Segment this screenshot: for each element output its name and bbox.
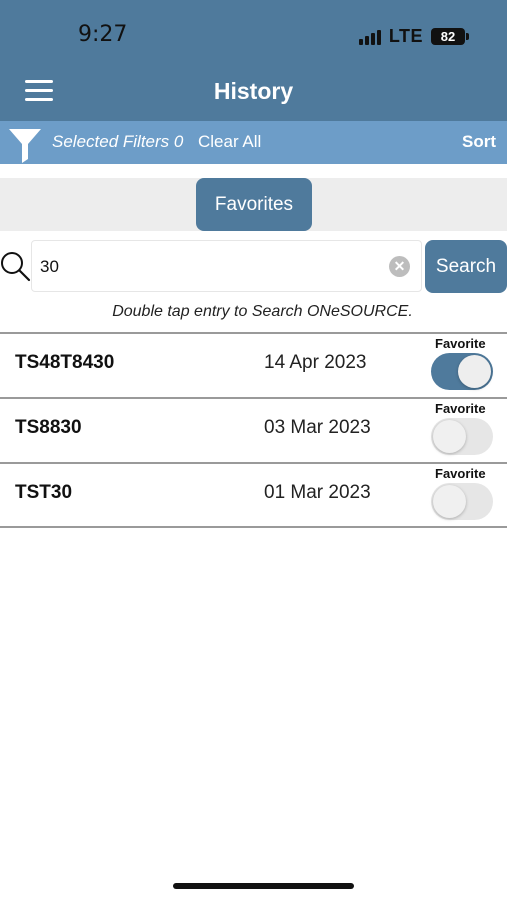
item-code: TST30 [15,482,73,503]
toggle-knob [433,420,466,453]
page-title: History [213,78,294,104]
clear-input-icon[interactable]: ✕ [389,256,410,277]
favorites-button[interactable]: Favorites [196,178,312,231]
battery-icon: 82 [431,28,469,45]
selected-filters-label[interactable]: Selected Filters 0 [52,132,183,152]
signal-icon [358,29,381,45]
item-date: 01 Mar 2023 [264,482,371,503]
item-date: 14 Apr 2023 [264,352,367,373]
item-date: 03 Mar 2023 [264,417,371,438]
toggle-knob [433,485,466,518]
list-divider [0,526,507,528]
battery-level: 82 [440,29,456,44]
clear-all-button[interactable]: Clear All [198,132,261,152]
search-input-value[interactable]: 30 [40,257,59,277]
favorite-label: Favorite [435,466,486,481]
search-hint: Double tap entry to Search ONeSOURCE. [112,303,413,320]
history-row[interactable]: TST30 01 Mar 2023 Favorite [0,462,507,525]
favorite-label: Favorite [435,336,486,351]
toggle-knob [458,355,491,388]
search-button[interactable]: Search [425,240,507,293]
status-indicators: LTE 82 [358,26,469,47]
favorite-toggle[interactable] [431,353,493,390]
favorite-label: Favorite [435,401,486,416]
history-row[interactable]: TS8830 03 Mar 2023 Favorite [0,397,507,460]
home-indicator[interactable] [173,883,354,889]
favorite-toggle[interactable] [431,418,493,455]
status-time: 9:27 [78,22,128,47]
search-input[interactable]: 30 ✕ [31,240,422,292]
app-header: 9:27 LTE 82 History [0,0,507,121]
sort-button[interactable]: Sort [462,132,496,152]
network-type: LTE [388,26,423,46]
search-icon [1,252,31,282]
item-code: TS48T8430 [15,352,115,373]
history-row[interactable]: TS48T8430 14 Apr 2023 Favorite [0,332,507,395]
favorite-toggle[interactable] [431,483,493,520]
funnel-icon[interactable] [8,127,42,163]
item-code: TS8830 [15,417,82,438]
